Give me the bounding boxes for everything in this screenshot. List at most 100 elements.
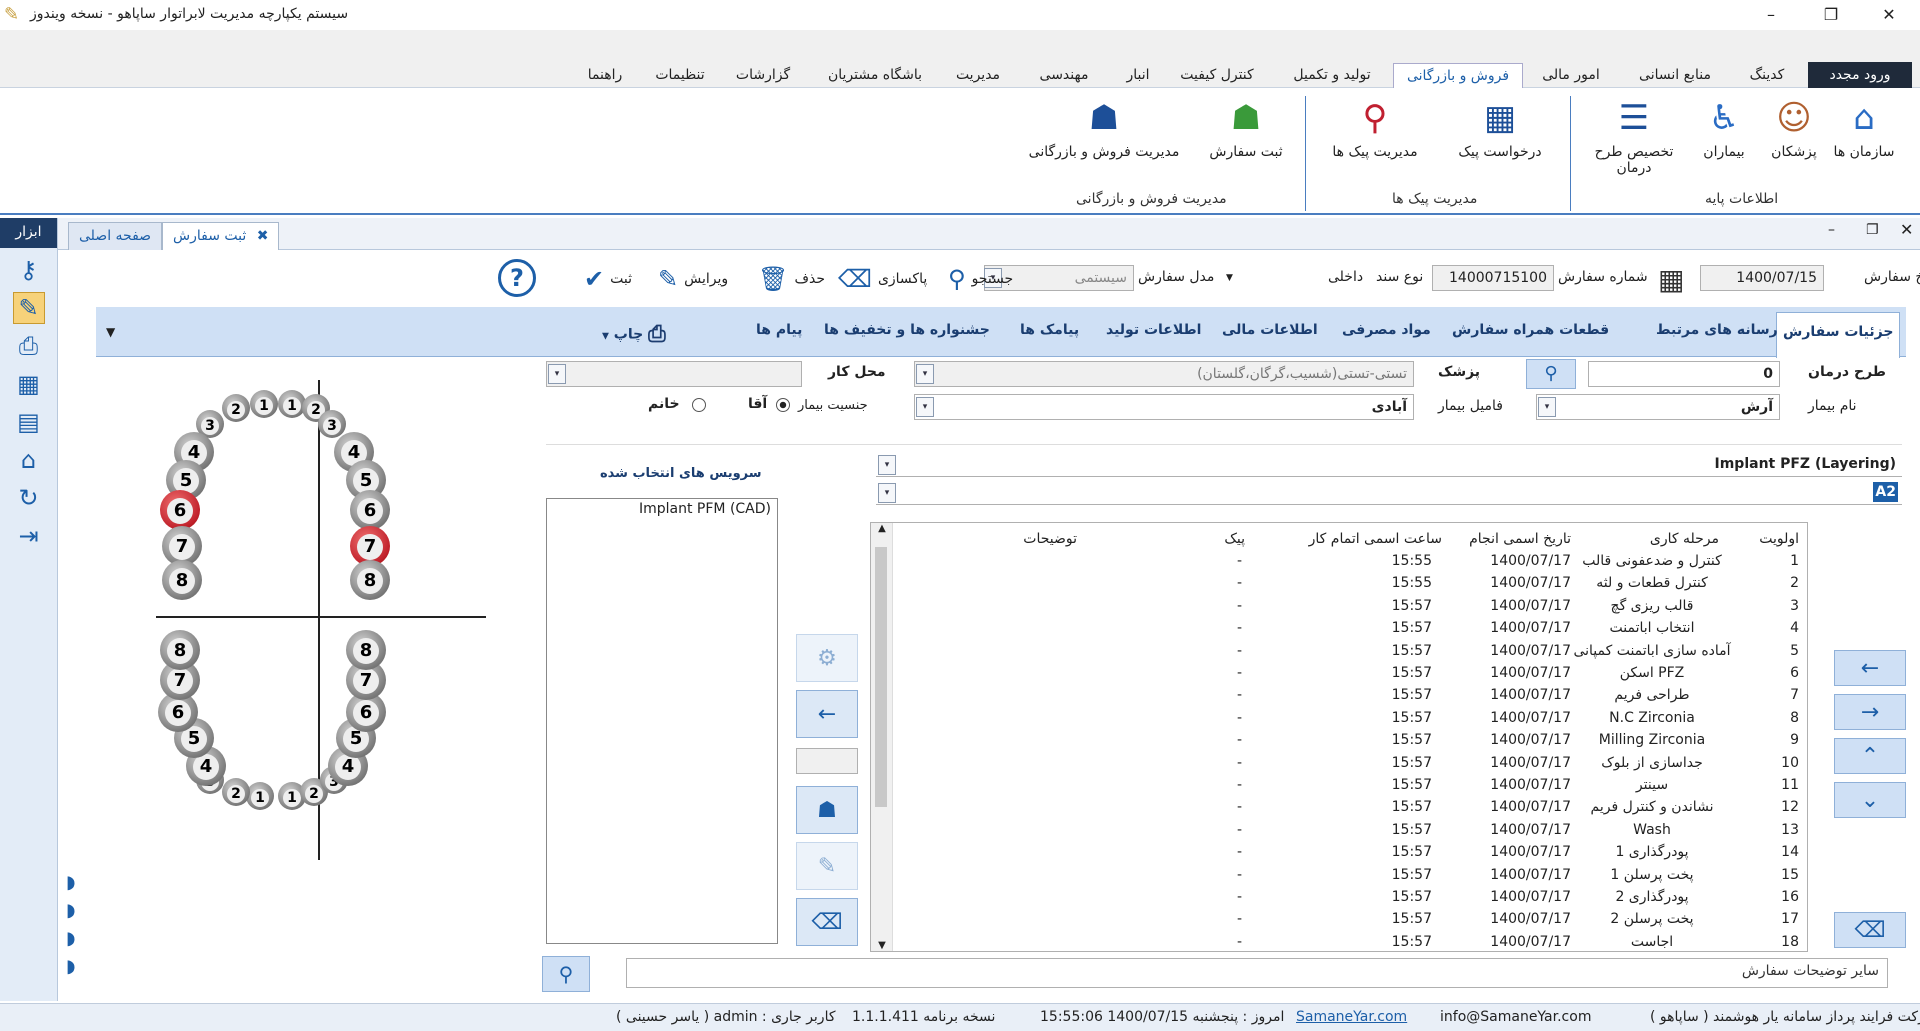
- selected-service-item[interactable]: Implant PFM (CAD): [639, 501, 771, 517]
- tab-production[interactable]: تولید و تکمیل: [1284, 63, 1380, 88]
- table-row[interactable]: 12 نشاندن و کنترل فریم 1400/07/17 15:57 -: [871, 799, 1807, 821]
- nav-right-button[interactable]: →: [1834, 694, 1906, 730]
- col-stage[interactable]: مرحله کاری: [1650, 531, 1719, 547]
- blank-field[interactable]: [796, 748, 858, 774]
- clear-button[interactable]: ⌫ پاکسازی: [838, 265, 927, 293]
- move-left-button[interactable]: ←: [796, 690, 858, 738]
- workplace-field[interactable]: [546, 361, 802, 387]
- arch-icon-1[interactable]: ◗: [66, 872, 88, 894]
- gender-female-radio[interactable]: [692, 398, 706, 412]
- logout-icon[interactable]: ⇥: [13, 520, 45, 552]
- table-row[interactable]: 3 قالب ریزی گچ 1400/07/17 15:57 -: [871, 598, 1807, 620]
- sales-management-button[interactable]: ☗ مدیریت فروش و بازرگانی: [1024, 96, 1184, 160]
- selected-services-list[interactable]: Implant PFM (CAD): [546, 498, 778, 944]
- col-time[interactable]: ساعت اسمی اتمام کار: [1309, 531, 1442, 547]
- calculator-icon[interactable]: ▦: [13, 368, 45, 400]
- help-button[interactable]: ?: [498, 259, 536, 297]
- shade-dropdown-arrow-icon[interactable]: ▾: [878, 483, 896, 503]
- tab-engineering[interactable]: مهندسی: [1026, 63, 1102, 88]
- tab-finance[interactable]: امور مالی: [1536, 63, 1606, 88]
- patient-name-dropdown-arrow-icon[interactable]: ▾: [1538, 397, 1556, 417]
- tooth-upper-left-6[interactable]: 6: [350, 490, 390, 530]
- tab-coding[interactable]: کدینگ: [1740, 63, 1794, 88]
- status-email[interactable]: info@SamaneYar.com: [1440, 1009, 1591, 1025]
- tab-management[interactable]: مدیریت: [950, 63, 1006, 88]
- shade-field[interactable]: A2: [876, 481, 1902, 505]
- panel-restore-icon[interactable]: ❐: [1866, 222, 1879, 238]
- patient-family-dropdown-arrow-icon[interactable]: ▾: [916, 397, 934, 417]
- close-tab-icon[interactable]: ✖: [257, 228, 269, 244]
- table-row[interactable]: 11 سینتر 1400/07/17 15:57 -: [871, 777, 1807, 799]
- subtab-order-details[interactable]: جزئیات سفارش: [1776, 312, 1901, 358]
- table-row[interactable]: 15 پخت پرسلن 1 1400/07/17 15:57 -: [871, 867, 1807, 889]
- tab-home-page[interactable]: صفحه اصلی: [68, 222, 163, 250]
- tab-settings[interactable]: تنظیمات: [648, 63, 712, 88]
- table-row[interactable]: 4 انتخاب اباتمنت 1400/07/17 15:57 -: [871, 620, 1807, 642]
- delete-button[interactable]: 🗑 حذف: [758, 265, 825, 293]
- col-notes[interactable]: توضیحات: [1023, 531, 1077, 547]
- arch-icon-2[interactable]: ◗: [66, 900, 88, 922]
- tooth-lower-left-8[interactable]: 8: [346, 630, 386, 670]
- tooth-button[interactable]: ☗: [796, 786, 858, 834]
- patient-family-field[interactable]: آبادی: [914, 394, 1414, 420]
- doctor-dropdown-arrow-icon[interactable]: ▾: [916, 364, 934, 384]
- tooth-lower-right-8[interactable]: 8: [160, 630, 200, 670]
- panel-close-icon[interactable]: ✕: [1900, 220, 1913, 239]
- register-order-button[interactable]: ☗ ثبت سفارش: [1196, 96, 1296, 160]
- tooth-upper-left-3[interactable]: 3: [318, 410, 346, 438]
- tab-help[interactable]: راهنما: [580, 63, 630, 88]
- status-website-link[interactable]: SamaneYar.com: [1296, 1009, 1407, 1025]
- table-row[interactable]: 14 پودرگذاری 1 1400/07/17 15:57 -: [871, 844, 1807, 866]
- tab-hr[interactable]: منابع انسانی: [1626, 63, 1724, 88]
- tab-reports[interactable]: گزارشات: [728, 63, 798, 88]
- subtab-production[interactable]: اطلاعات تولید: [1106, 322, 1201, 338]
- treatment-plan-field[interactable]: 0: [1588, 361, 1780, 387]
- table-row[interactable]: 10 جداسازی از بلوک 1400/07/17 15:57 -: [871, 755, 1807, 777]
- table-row[interactable]: 6 اسکن PFZ 1400/07/17 15:57 -: [871, 665, 1807, 687]
- table-row[interactable]: 1 کنترل و ضدعفونی قالب 1400/07/17 15:55 -: [871, 553, 1807, 575]
- home-icon[interactable]: ⌂: [13, 444, 45, 476]
- tab-warehouse[interactable]: انبار: [1120, 63, 1156, 88]
- table-row[interactable]: 8 N.C Zirconia 1400/07/17 15:57 -: [871, 710, 1807, 732]
- relogin-button[interactable]: ورود مجدد: [1808, 62, 1912, 88]
- key-icon[interactable]: ⚷: [13, 254, 45, 286]
- notes-search-button[interactable]: ⚲: [542, 956, 590, 992]
- table-row[interactable]: 18 اجاست 1400/07/17 15:57 -: [871, 934, 1807, 951]
- order-date-field[interactable]: 1400/07/15: [1700, 265, 1824, 291]
- subtab-accessories[interactable]: قطعات همراه سفارش: [1452, 322, 1609, 338]
- subtab-materials[interactable]: مواد مصرفی: [1342, 322, 1431, 338]
- table-row[interactable]: 7 طراحی فریم 1400/07/17 15:57 -: [871, 687, 1807, 709]
- nav-erase-button[interactable]: ⌫: [1834, 912, 1906, 948]
- tooth-lower-right-1[interactable]: 1: [246, 782, 274, 810]
- search-button[interactable]: ⚲ جستجو: [948, 265, 1013, 293]
- print-button[interactable]: ▼ چاپ ⎙: [602, 322, 666, 347]
- edit-button[interactable]: ✎ ویرایش: [658, 265, 728, 293]
- scroll-up-icon[interactable]: ▲: [871, 523, 893, 534]
- table-row[interactable]: 13 Wash 1400/07/17 15:57 -: [871, 822, 1807, 844]
- table-row[interactable]: 17 پخت پرسلن 2 1400/07/17 15:57 -: [871, 911, 1807, 933]
- subtab-discounts[interactable]: جشنواره ها و تخفیف ها: [824, 322, 990, 338]
- tooth-upper-right-6[interactable]: 6: [160, 490, 200, 530]
- tooth-upper-left-8[interactable]: 8: [350, 560, 390, 600]
- table-row[interactable]: 2 کنترل قطعات و لثه 1400/07/17 15:55 -: [871, 575, 1807, 597]
- courier-manage-button[interactable]: ⚲ مدیریت پیک ها: [1325, 96, 1425, 160]
- tab-quality-control[interactable]: کنترل کیفیت: [1172, 63, 1262, 88]
- service-dropdown-arrow-icon[interactable]: ▾: [878, 455, 896, 475]
- printer-icon[interactable]: ⎙: [13, 330, 45, 362]
- subtab-messages[interactable]: پیام ها: [756, 322, 802, 338]
- minimize-button[interactable]: –: [1748, 0, 1794, 30]
- order-entry-icon[interactable]: ✎: [12, 292, 45, 324]
- tooth-upper-right-8[interactable]: 8: [162, 560, 202, 600]
- col-priority[interactable]: اولویت: [1759, 531, 1799, 547]
- table-row[interactable]: 5 آماده سازی اباتمنت کمپانی 1400/07/17 15:5…: [871, 643, 1807, 665]
- overflow-arrow-icon[interactable]: ▼: [106, 325, 115, 339]
- tooth-upper-right-2[interactable]: 2: [222, 394, 250, 422]
- arch-icon-3[interactable]: ◗: [66, 928, 88, 950]
- calendar-icon[interactable]: ▦: [1658, 263, 1684, 296]
- workplace-dropdown-arrow-icon[interactable]: ▾: [548, 364, 566, 384]
- tab-sales[interactable]: فروش و بازرگانی: [1393, 63, 1523, 88]
- treatment-plan-button[interactable]: ☰ تخصیص طرح درمان: [1584, 96, 1684, 176]
- table-row[interactable]: 16 پودرگذاری 2 1400/07/17 15:57 -: [871, 889, 1807, 911]
- maximize-button[interactable]: ❐: [1808, 0, 1854, 30]
- subtab-financial[interactable]: اطلاعات مالی: [1222, 322, 1318, 338]
